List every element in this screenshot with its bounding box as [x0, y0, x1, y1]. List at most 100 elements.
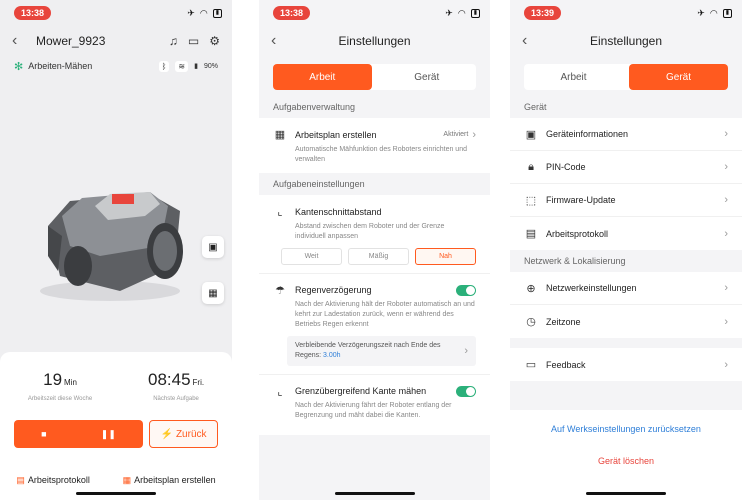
control-card: 19 Min Arbeitszeit diese Woche 08:45 Fri. … [0, 352, 232, 500]
lock-icon: 🔒︎ [528, 160, 534, 173]
airplane-icon: ✈ [445, 7, 453, 18]
pin-code-row[interactable]: 🔒︎ PIN-Code › [510, 151, 742, 184]
status-bar: 13:39 ✈ ◠ ▮ [510, 0, 742, 26]
chevron-right-icon: › [724, 227, 728, 240]
device-list: ▣ Geräteinformationen › 🔒︎ PIN-Code › ⬚ Firmw… [510, 118, 742, 250]
schedule-card: ▦ Arbeitsplan erstellen Aktiviert › Auto… [259, 118, 490, 173]
header: ‹ Einstellungen [259, 26, 490, 56]
chevron-right-icon: › [724, 358, 728, 371]
page-title: Einstellungen [589, 34, 663, 48]
globe-icon: ⊕ [526, 282, 536, 295]
battery-icon: ▮ [470, 8, 480, 18]
map-button[interactable]: ▦ [202, 282, 224, 304]
charging-icon: ⚡ [160, 428, 173, 440]
section-title: Aufgabeneinstellungen [273, 179, 365, 189]
home-indicator [334, 492, 415, 495]
feedback-list: ▭ Feedback › [510, 348, 742, 381]
pause-button[interactable]: ❚❚ [101, 429, 116, 440]
calendar-icon: ▦ [122, 475, 132, 485]
chevron-right-icon: › [724, 194, 728, 206]
tab-bar: Arbeit Gerät [273, 64, 476, 90]
airplane-icon: ✈ [697, 7, 705, 18]
calendar-icon: ▦ [274, 129, 286, 141]
home-indicator [586, 492, 666, 495]
return-button[interactable]: ⚡ Zurück [149, 420, 218, 448]
chevron-right-icon: › [724, 161, 728, 173]
work-status: ✻ Arbeiten-Mähen ᛒ ≋ ▮ 90% [0, 56, 232, 76]
wifi-icon: ◠ [709, 7, 718, 18]
option-near[interactable]: Nah [415, 248, 476, 265]
schedule-status: Aktiviert [443, 131, 469, 138]
bluetooth-icon: ᛒ [158, 60, 170, 72]
section-title: Gerät [524, 102, 547, 112]
section-title: Aufgabenverwaltung [273, 102, 356, 112]
tab-bar: Arbeit Gerät [524, 64, 728, 90]
signal-icon: ≋ [175, 60, 189, 72]
header: ‹ Einstellungen [510, 26, 742, 56]
feedback-icon: ▭ [525, 359, 537, 371]
battery-icon: ▮ [212, 8, 222, 18]
info-icon: ▣ [525, 128, 537, 141]
delete-device-button[interactable]: Gerät löschen [510, 456, 742, 466]
wifi-icon: ◠ [457, 7, 466, 18]
settings-icon[interactable]: ⚙ [209, 34, 220, 48]
tab-work[interactable]: Arbeit [524, 64, 623, 90]
settings-work-screen: 13:38 ✈ ◠ ▮ ‹ Einstellungen Arbeit Gerät A… [259, 0, 490, 500]
actions-area: Auf Werkseinstellungen zurücksetzen Gerä… [510, 410, 742, 500]
boundary-icon: ⌞ [277, 385, 283, 398]
network-list: ⊕ Netzwerkeinstellungen › ◷ Zeitzone › [510, 272, 742, 338]
rain-remaining-value: 3.00h [323, 352, 341, 359]
edge-distance-options: Weit Mäßig Nah [259, 242, 490, 273]
tab-device[interactable]: Gerät [378, 64, 477, 90]
schedule-link[interactable]: ▦ Arbeitsplan erstellen [123, 475, 216, 486]
start-stop-control: ■ ❚❚ [14, 420, 143, 448]
rain-icon: ☂ [275, 284, 285, 297]
section-title: Netzwerk & Lokalisierung [524, 256, 626, 266]
feedback-row[interactable]: ▭ Feedback › [510, 348, 742, 381]
wifi-icon: ◠ [199, 7, 208, 18]
home-indicator [76, 492, 156, 495]
page-title: Einstellungen [338, 34, 411, 48]
tab-device[interactable]: Gerät [629, 64, 728, 90]
work-log-row[interactable]: ▤ Arbeitsprotokoll › [510, 217, 742, 250]
cross-boundary-toggle[interactable] [456, 385, 476, 397]
status-bar: 13:38 ✈ ◠ ▮ [0, 0, 232, 26]
remote-control-button[interactable]: ▣ [202, 236, 224, 258]
timezone-row[interactable]: ◷ Zeitzone › [510, 305, 742, 338]
stop-button[interactable]: ■ [41, 429, 46, 439]
header: ‹ Mower_9923 ♫ ▭ ⚙ [0, 26, 232, 56]
document-icon: ▤ [16, 475, 25, 485]
option-medium[interactable]: Mäßig [348, 248, 409, 265]
factory-reset-button[interactable]: Auf Werkseinstellungen zurücksetzen [510, 424, 742, 434]
battery-icon: ▮ [722, 8, 732, 18]
chevron-right-icon: › [724, 315, 728, 328]
chevron-right-icon: › [724, 282, 728, 294]
protocol-link[interactable]: ▤ Arbeitsprotokoll [16, 475, 90, 486]
back-icon[interactable]: ‹ [12, 32, 28, 50]
status-text: Arbeiten-Mähen [28, 61, 93, 71]
mower-view: ▣ ▦ [0, 76, 232, 328]
device-title: Mower_9923 [36, 34, 106, 48]
clock: 13:38 [14, 6, 52, 20]
rain-delay-toggle[interactable] [456, 284, 476, 296]
firmware-update-row[interactable]: ⬚ Firmware-Update › [510, 184, 742, 217]
work-time-stat: 19 Min Arbeitszeit diese Woche [27, 370, 93, 402]
battery-level-icon: ▮ [194, 63, 198, 70]
chip-icon: ⬚ [525, 194, 537, 207]
task-settings-card: ⌞ Kantenschnittabstand Abstand zwischen … [259, 195, 490, 435]
tab-work[interactable]: Arbeit [273, 64, 372, 90]
edge-icon: ⌞ [277, 206, 283, 218]
clock: 13:39 [524, 6, 562, 20]
headset-icon[interactable]: ♫ [169, 34, 178, 48]
message-icon[interactable]: ▭ [188, 34, 199, 48]
fan-icon: ✻ [14, 60, 24, 73]
next-task-stat: 08:45 Fri. Nächste Aufgabe [147, 370, 205, 402]
airplane-icon: ✈ [187, 7, 195, 18]
home-screen: 13:38 ✈ ◠ ▮ ‹ Mower_9923 ♫ ▭ ⚙ ✻ Arbeiten-… [0, 0, 232, 500]
chevron-right-icon: › [472, 128, 476, 141]
network-settings-row[interactable]: ⊕ Netzwerkeinstellungen › [510, 272, 742, 305]
device-info-row[interactable]: ▣ Geräteinformationen › [510, 118, 742, 151]
option-far[interactable]: Weit [281, 248, 342, 265]
rain-remaining-button[interactable]: Verbleibende Verzögerungszeit nach Ende … [287, 336, 476, 366]
chevron-right-icon: › [464, 345, 468, 357]
